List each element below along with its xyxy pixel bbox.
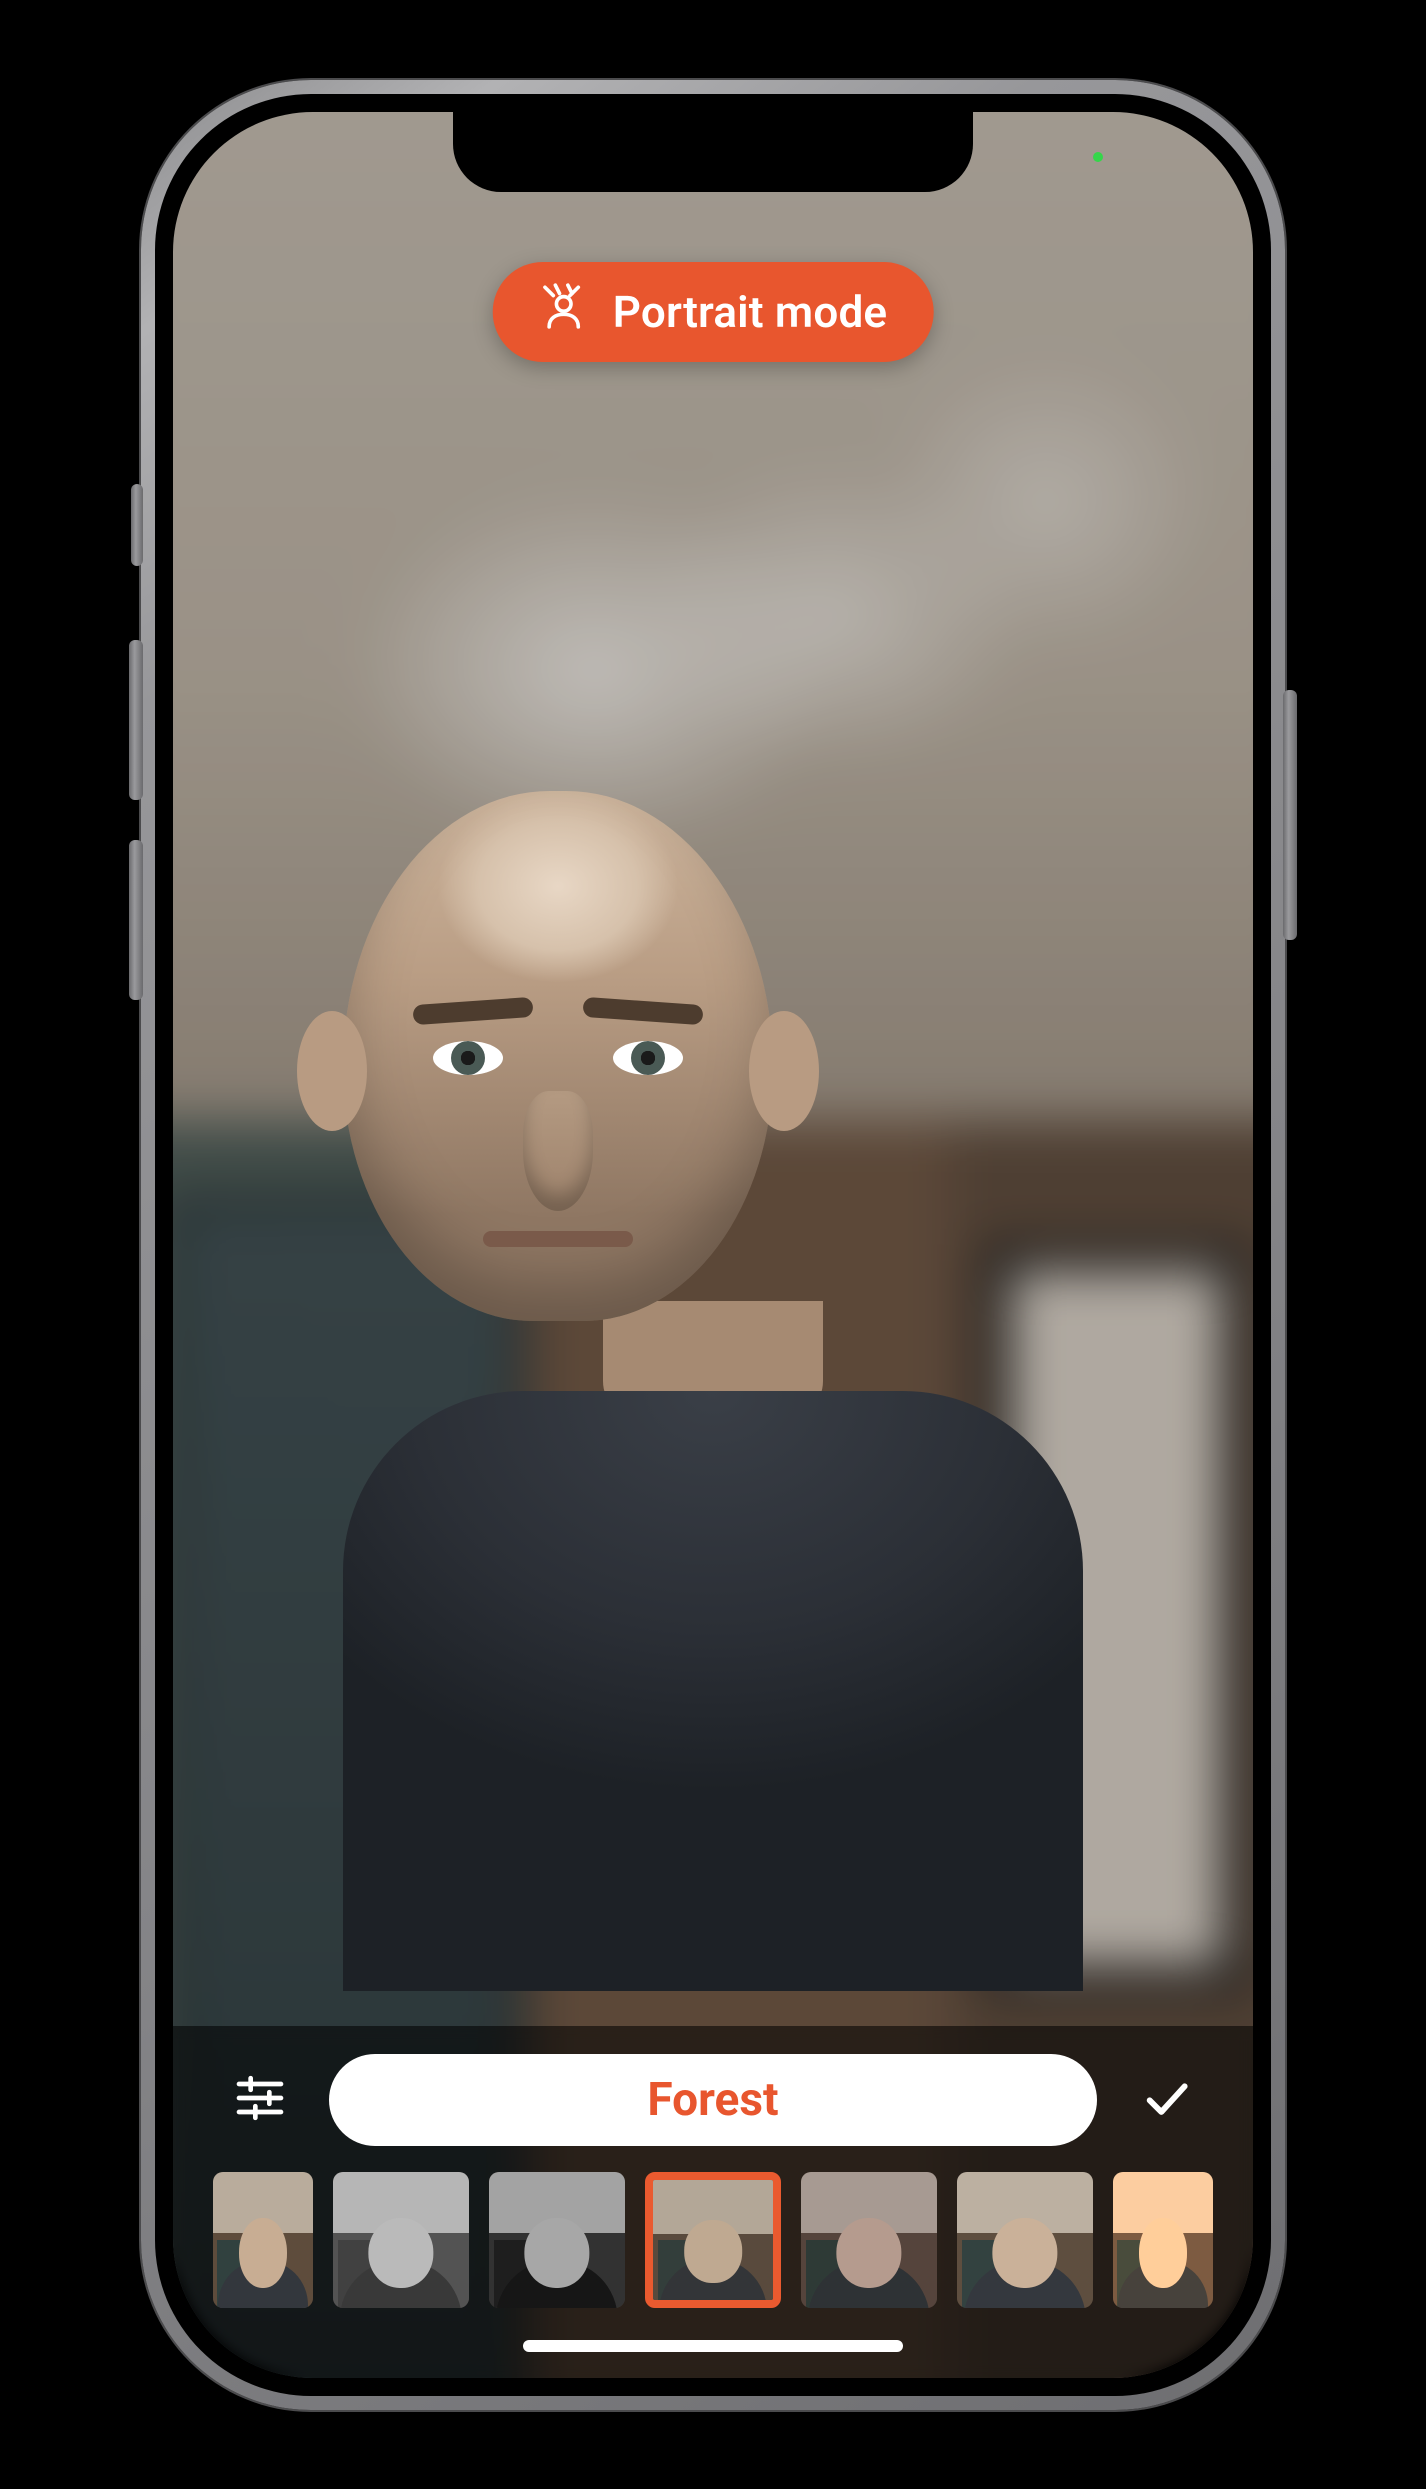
adjust-button[interactable] (219, 2059, 301, 2141)
home-indicator[interactable] (523, 2340, 903, 2352)
filter-thumb-forest[interactable] (645, 2172, 781, 2308)
filter-thumb-original[interactable] (213, 2172, 313, 2308)
filter-panel: Forest (173, 2026, 1253, 2378)
phone-frame: Portrait mode (141, 80, 1285, 2410)
phone-screen: Portrait mode (173, 112, 1253, 2378)
side-power-button[interactable] (1283, 690, 1297, 940)
filter-thumbnail-strip[interactable] (173, 2172, 1253, 2308)
selected-filter-label: Forest (647, 2073, 778, 2127)
volume-up-button[interactable] (129, 640, 143, 800)
display-notch (453, 112, 973, 192)
portrait-mode-label: Portrait mode (613, 286, 888, 338)
filter-thumb-mono[interactable] (333, 2172, 469, 2308)
filter-thumb-noir[interactable] (489, 2172, 625, 2308)
check-icon (1138, 2070, 1194, 2130)
sliders-icon (232, 2070, 288, 2130)
portrait-mode-icon (539, 281, 589, 342)
filter-thumb-soft[interactable] (957, 2172, 1093, 2308)
selected-filter-pill[interactable]: Forest (329, 2054, 1097, 2146)
portrait-mode-pill[interactable]: Portrait mode (493, 262, 934, 362)
filter-thumb-cool[interactable] (801, 2172, 937, 2308)
filter-thumb-gold[interactable] (1113, 2172, 1213, 2308)
camera-indicator-dot (1093, 152, 1103, 162)
confirm-button[interactable] (1125, 2059, 1207, 2141)
volume-down-button[interactable] (129, 840, 143, 1000)
photo-subject (343, 791, 1083, 1991)
ring-silent-switch[interactable] (131, 484, 143, 566)
